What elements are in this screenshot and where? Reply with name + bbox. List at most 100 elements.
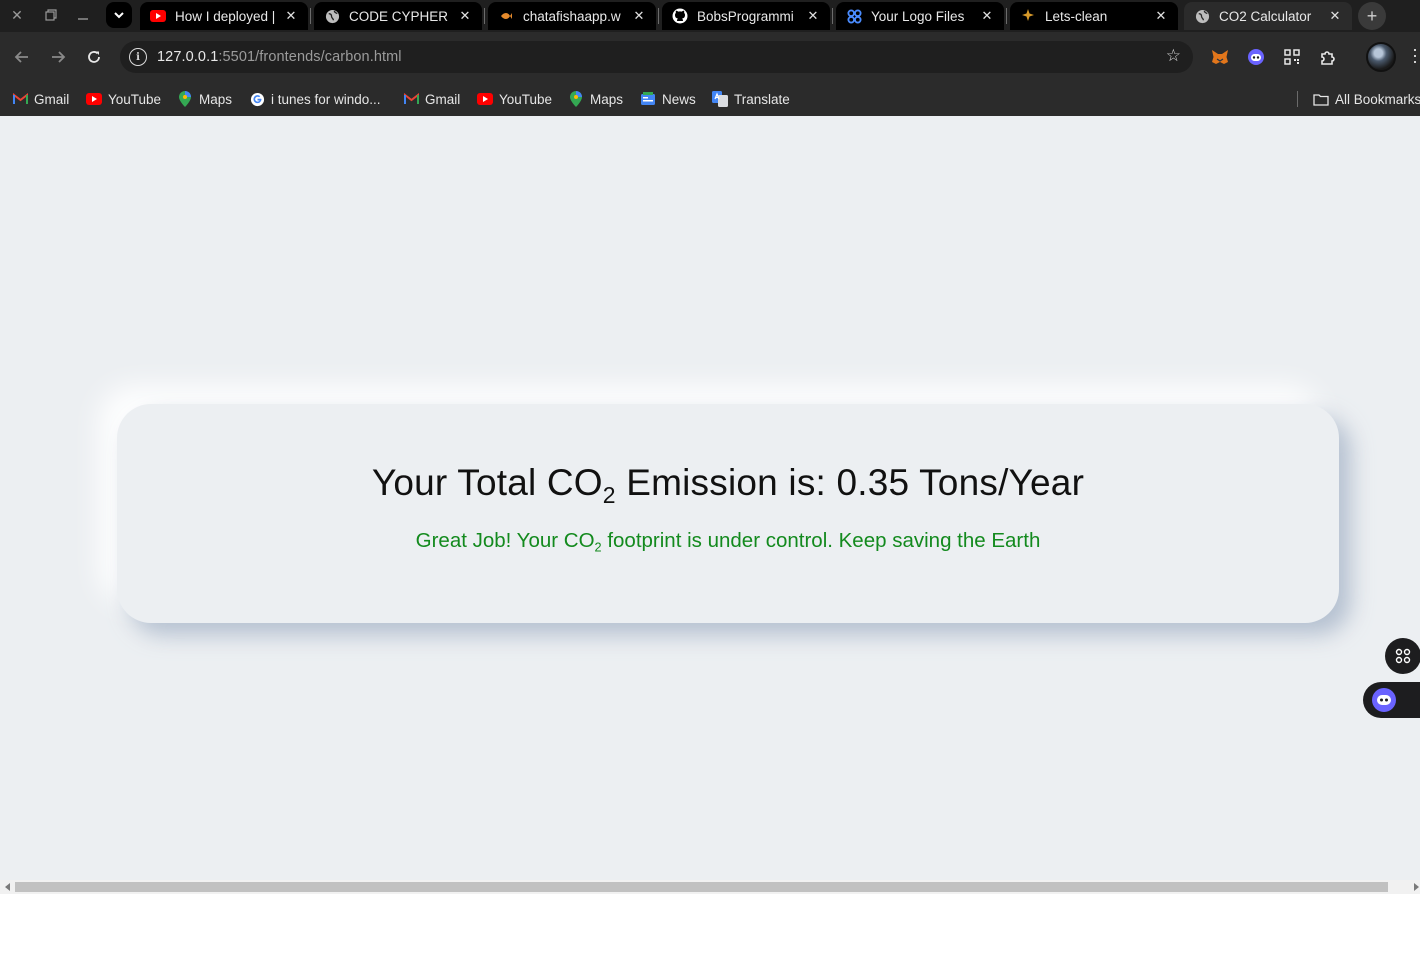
youtube-icon (477, 91, 493, 107)
tab-your-logo-files[interactable]: Your Logo Files ✕ (836, 2, 1004, 30)
bookmark-gmail[interactable]: Gmail (12, 88, 69, 110)
all-bookmarks-button[interactable]: All Bookmarks (1313, 88, 1420, 110)
tab-separator (310, 8, 311, 24)
arrow-left-icon (14, 51, 28, 63)
tab-title: CODE CYPHER (349, 8, 449, 24)
tab-title: Your Logo Files (871, 8, 965, 24)
bookmark-label: YouTube (499, 91, 553, 107)
close-tab-icon[interactable]: ✕ (978, 7, 996, 25)
close-window-icon[interactable]: ✕ (5, 4, 29, 26)
sparkle-icon (1020, 8, 1036, 24)
bookmark-itunes[interactable]: i tunes for windo... (249, 88, 381, 110)
assistant-bot-icon (1372, 688, 1396, 712)
back-button[interactable] (9, 44, 35, 70)
bookmark-label: Gmail (425, 91, 461, 107)
scroll-left-arrow-icon[interactable] (4, 883, 12, 891)
youtube-icon (150, 8, 166, 24)
page-viewport: Your Total CO2 Emission is: 0.35 Tons/Ye… (0, 116, 1420, 882)
message-subscript: 2 (594, 539, 602, 555)
tab-co2-calculator[interactable]: CO2 Calculator ✕ (1184, 2, 1352, 30)
fish-icon (498, 8, 514, 24)
forward-button[interactable] (45, 44, 71, 70)
tab-lets-clean[interactable]: Lets-clean ✕ (1010, 2, 1178, 30)
tab-how-i-deployed[interactable]: How I deployed | ✕ (140, 2, 308, 30)
site-info-icon[interactable]: i (129, 48, 147, 66)
tab-title: How I deployed | (175, 8, 276, 24)
tab-title: BobsProgrammi (697, 8, 794, 24)
google-icon (249, 91, 265, 107)
emission-result-message: Great Job! Your CO2 footprint is under c… (117, 529, 1339, 554)
tab-title: chatafishaapp.w (523, 8, 621, 24)
minimize-window-icon[interactable] (71, 4, 95, 26)
profile-avatar[interactable] (1366, 42, 1396, 72)
url-path: :5501/frontends/carbon.html (218, 49, 402, 65)
tab-separator (658, 8, 659, 24)
bookmark-label: Maps (199, 91, 233, 107)
plus-icon: + (1366, 5, 1378, 26)
tab-bobsprogramming[interactable]: BobsProgrammi ✕ (662, 2, 830, 30)
globe-icon (324, 8, 340, 24)
bookmark-youtube-2[interactable]: YouTube (477, 88, 552, 110)
tab-search-button[interactable] (106, 2, 132, 28)
tab-strip: ✕ How I deployed | ✕ CODE CYPHER ✕ chata… (0, 0, 1420, 32)
grid-icon (1395, 648, 1411, 664)
page-bottom-area (0, 894, 1420, 958)
bookmark-translate[interactable]: Translate (712, 88, 790, 110)
bookmark-label: Translate (734, 91, 790, 107)
bookmarks-separator (1297, 91, 1298, 107)
close-tab-icon[interactable]: ✕ (1326, 7, 1344, 25)
bookmark-youtube[interactable]: YouTube (86, 88, 161, 110)
globe-icon (1194, 8, 1210, 24)
bookmarks-bar: Gmail YouTube Maps i tunes for windo... … (0, 82, 1420, 116)
gmail-icon (403, 91, 419, 107)
bookmark-label: YouTube (108, 91, 162, 107)
bookmark-news[interactable]: News (640, 88, 696, 110)
emission-result-title: Your Total CO2 Emission is: 0.35 Tons/Ye… (117, 462, 1339, 509)
translate-icon (712, 91, 728, 107)
url-text[interactable]: 127.0.0.1:5501/frontends/carbon.html (157, 49, 402, 65)
tab-code-cypher[interactable]: CODE CYPHER ✕ (314, 2, 482, 30)
news-icon (640, 91, 656, 107)
close-tab-icon[interactable]: ✕ (630, 7, 648, 25)
bookmark-label: i tunes for windo... (271, 91, 381, 107)
metamask-extension-icon[interactable] (1209, 46, 1231, 68)
tab-separator (832, 8, 833, 24)
bookmark-gmail-2[interactable]: Gmail (403, 88, 460, 110)
github-icon (672, 8, 688, 24)
tab-separator (484, 8, 485, 24)
assistant-extension-icon[interactable] (1245, 46, 1267, 68)
bookmark-maps[interactable]: Maps (177, 88, 232, 110)
reload-button[interactable] (81, 44, 107, 70)
close-tab-icon[interactable]: ✕ (804, 7, 822, 25)
floating-apps-button[interactable] (1385, 638, 1420, 674)
tab-title: CO2 Calculator (1219, 8, 1312, 24)
floating-assistant-button[interactable] (1363, 682, 1420, 718)
horizontal-scrollbar[interactable] (0, 880, 1420, 894)
youtube-icon (86, 91, 102, 107)
bookmark-label: News (662, 91, 696, 107)
address-bar[interactable]: i 127.0.0.1:5501/frontends/carbon.html ☆ (120, 41, 1193, 73)
tab-chatafishaapp[interactable]: chatafishaapp.w ✕ (488, 2, 656, 30)
close-tab-icon[interactable]: ✕ (456, 7, 474, 25)
bookmark-maps-2[interactable]: Maps (568, 88, 623, 110)
title-prefix: Your Total CO (371, 462, 603, 503)
scroll-right-arrow-icon[interactable] (1412, 883, 1420, 891)
bookmark-star-icon[interactable]: ☆ (1166, 46, 1181, 66)
bookmark-label: Maps (590, 91, 624, 107)
new-tab-button[interactable]: + (1358, 2, 1386, 30)
reload-icon (88, 51, 100, 63)
puzzle-extensions-icon[interactable] (1317, 46, 1339, 68)
restore-window-icon[interactable] (39, 4, 63, 26)
close-tab-icon[interactable]: ✕ (282, 7, 300, 25)
tab-title: Lets-clean (1045, 8, 1108, 24)
tab-separator (1006, 8, 1007, 24)
arrow-right-icon (52, 51, 66, 63)
browser-menu-icon[interactable]: · · · (1410, 40, 1420, 70)
qr-code-extension-icon[interactable] (1281, 46, 1303, 68)
close-tab-icon[interactable]: ✕ (1152, 7, 1170, 25)
browser-toolbar: i 127.0.0.1:5501/frontends/carbon.html ☆… (0, 32, 1420, 82)
result-card: Your Total CO2 Emission is: 0.35 Tons/Ye… (117, 404, 1339, 623)
url-host: 127.0.0.1 (157, 49, 219, 65)
bookmark-label: Gmail (34, 91, 70, 107)
scrollbar-thumb[interactable] (15, 882, 1388, 892)
